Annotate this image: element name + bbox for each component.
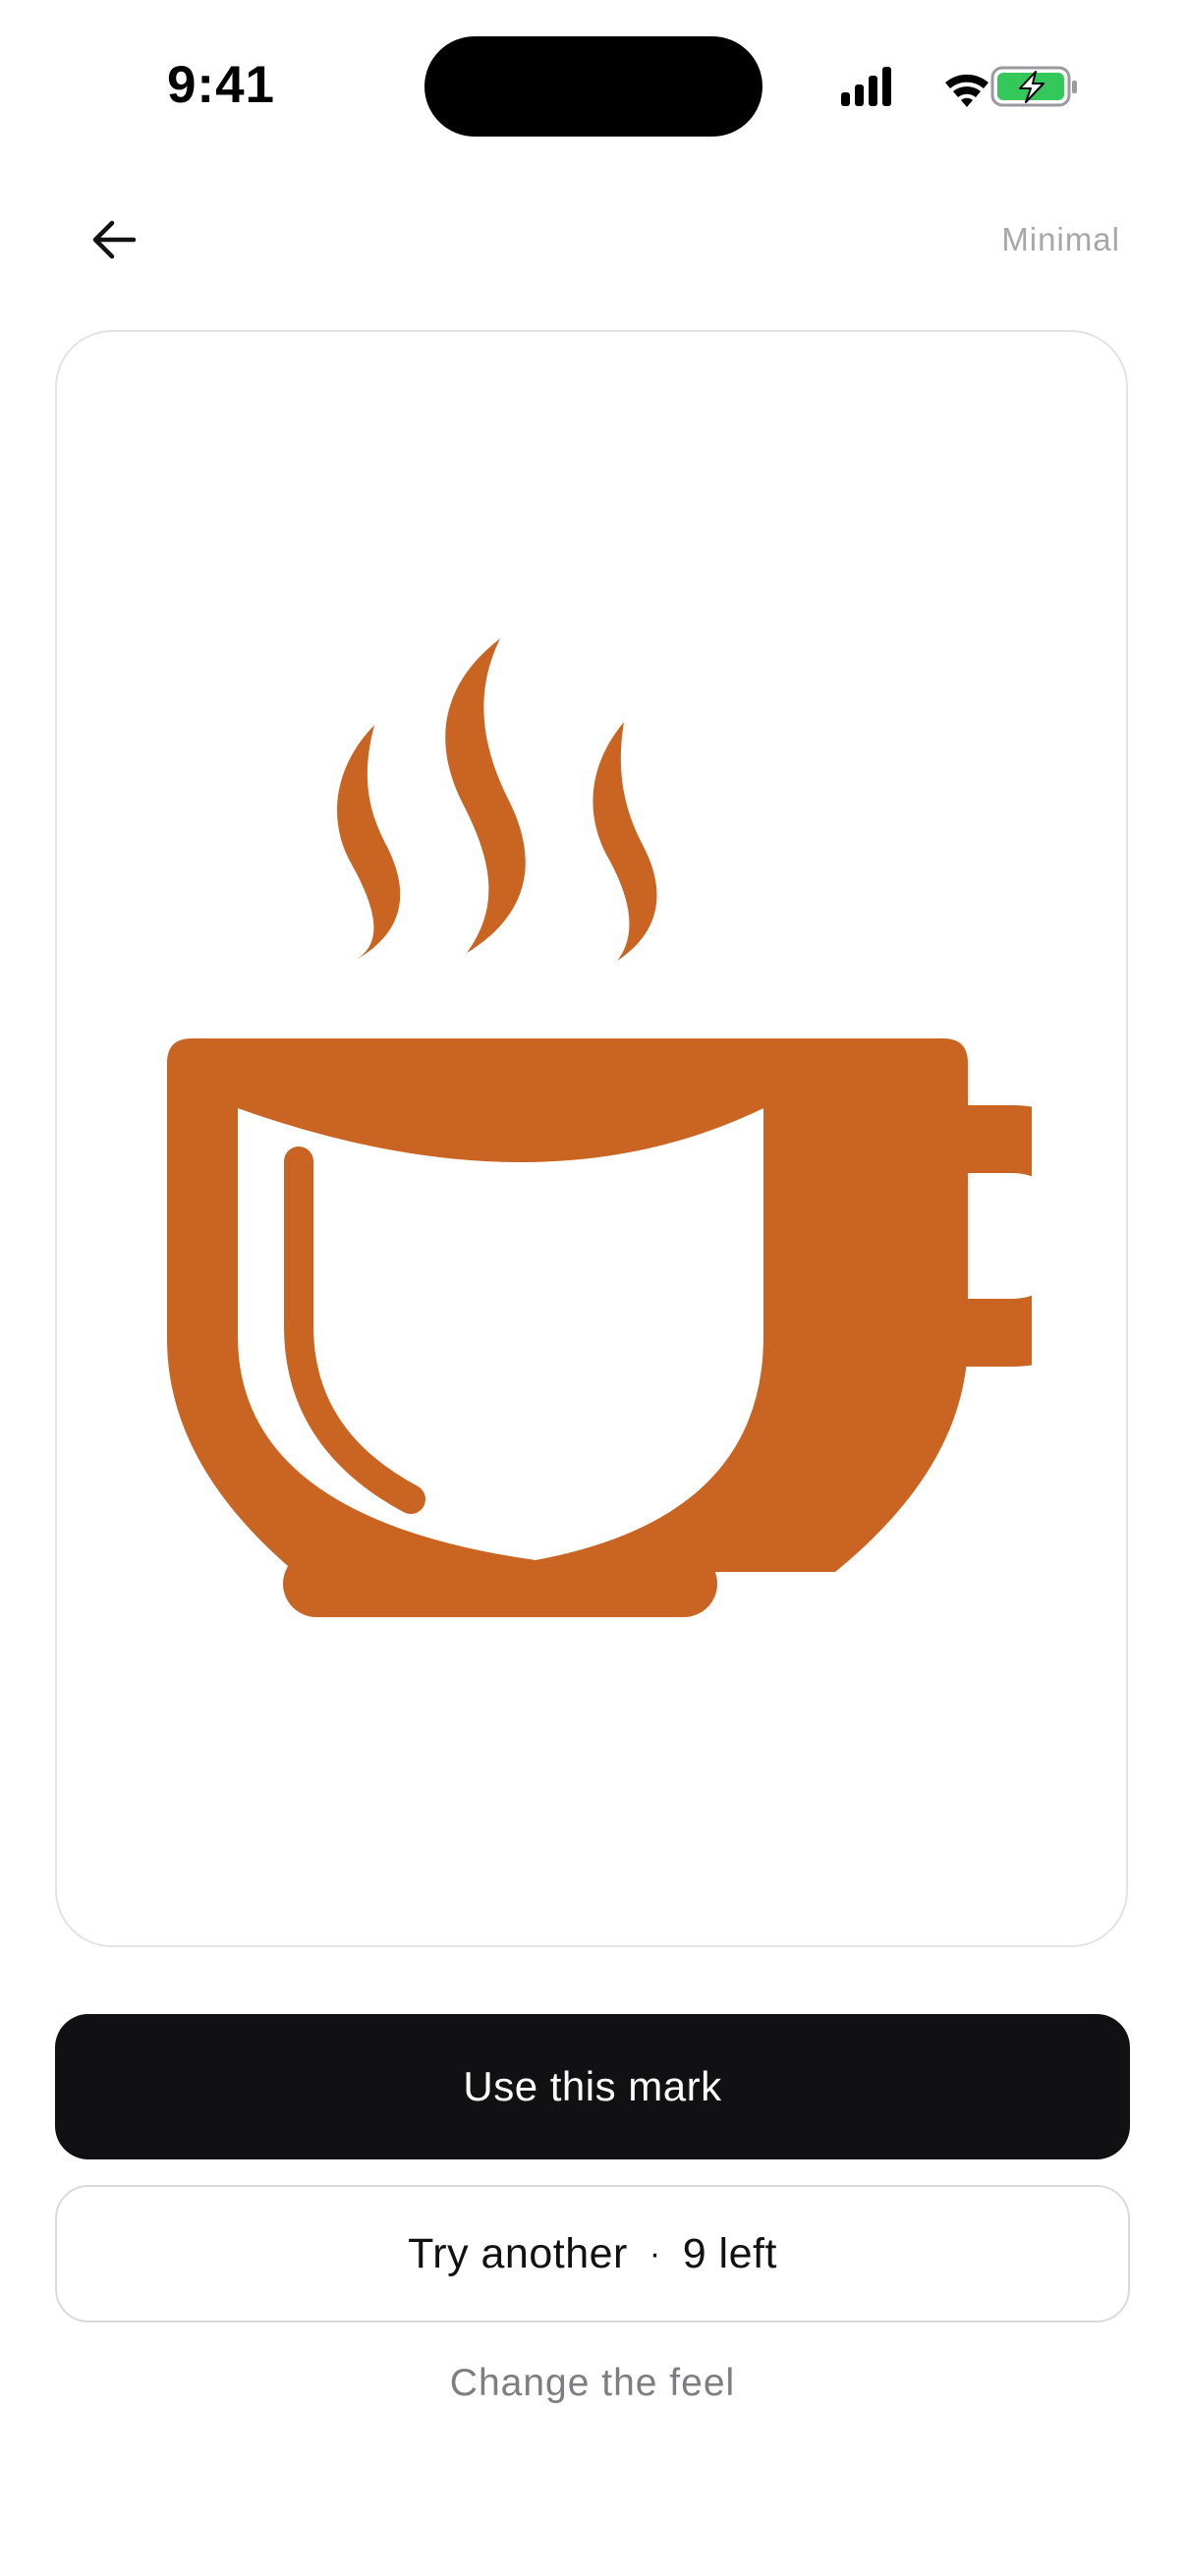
wifi-icon: [945, 74, 988, 107]
status-time: 9:41: [166, 56, 276, 114]
separator-dot: ·: [649, 2234, 661, 2272]
status-icons: [835, 63, 1081, 112]
remaining-count: 9 left: [682, 2229, 777, 2277]
back-button[interactable]: [79, 204, 149, 275]
use-mark-button[interactable]: Use this mark: [55, 2014, 1130, 2159]
change-feel-link[interactable]: Change the feel: [0, 2354, 1185, 2413]
cellular-signal-icon: [841, 67, 891, 106]
battery-charging-icon: [990, 66, 1077, 107]
use-mark-button-label: Use this mark: [463, 2063, 722, 2109]
try-another-button[interactable]: Try another · 9 left: [55, 2185, 1130, 2323]
dynamic-island: [424, 36, 762, 137]
status-bar: 9:41: [0, 0, 1185, 157]
style-label: Minimal: [1001, 221, 1120, 257]
arrow-left-icon: [92, 220, 137, 259]
try-another-label: Try another: [408, 2229, 628, 2277]
coffee-cup-steam-icon: [147, 619, 1143, 1651]
